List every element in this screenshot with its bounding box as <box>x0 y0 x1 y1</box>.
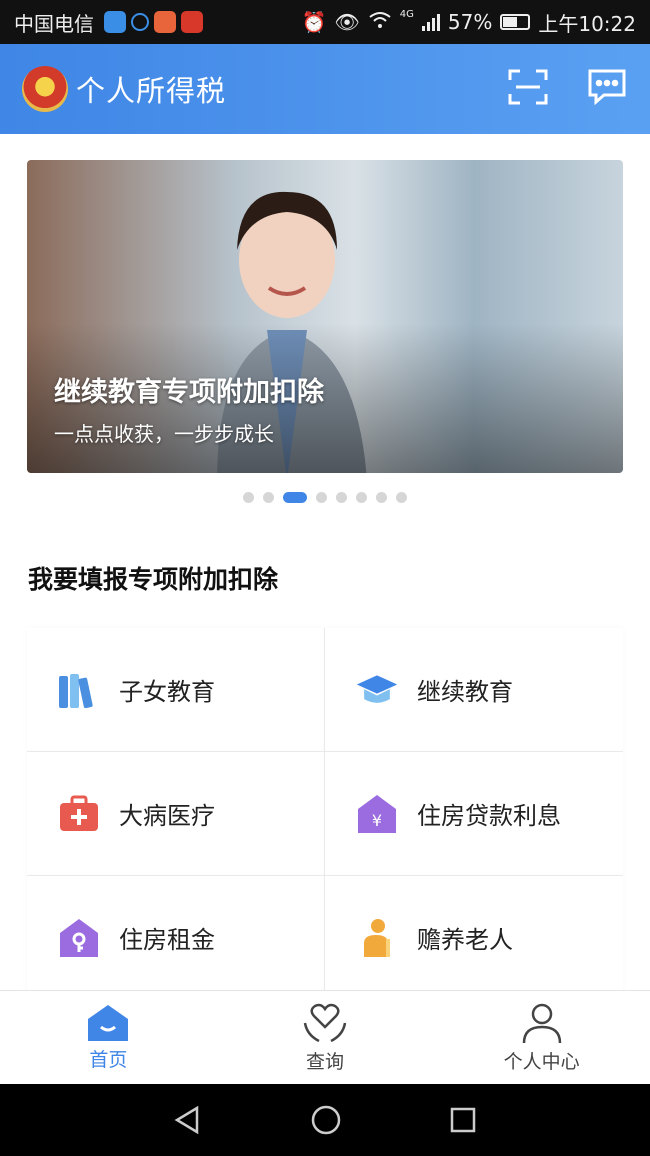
graduation-cap-icon <box>355 668 399 712</box>
carousel-dot[interactable] <box>243 492 254 503</box>
alarm-icon: ⏰ <box>301 10 327 34</box>
tab-query[interactable]: 查询 <box>217 991 434 1084</box>
banner-title: 继续教育专项附加扣除 <box>54 377 324 408</box>
medical-kit-icon <box>57 792 101 836</box>
section-title: 我要填报专项附加扣除 <box>28 565 279 594</box>
tab-label: 查询 <box>306 1051 345 1073</box>
carousel-indicator[interactable] <box>0 492 650 503</box>
carousel-dot[interactable] <box>263 492 274 503</box>
network-type: 4G <box>399 8 414 20</box>
battery-icon <box>500 14 531 30</box>
deduction-elderly-support[interactable]: 赡养老人 <box>325 876 623 1000</box>
house-key-icon <box>57 916 101 960</box>
deduction-housing-rent[interactable]: 住房租金 <box>27 876 325 1000</box>
carousel-dot-active[interactable] <box>283 492 307 503</box>
battery-percent: 57% <box>447 10 493 34</box>
app-header: 个人所得税 <box>0 44 650 134</box>
deduction-continuing-education[interactable]: 继续教育 <box>325 628 623 752</box>
tab-home[interactable]: 首页 <box>0 991 217 1084</box>
carousel-dot[interactable] <box>356 492 367 503</box>
home-nav-icon[interactable] <box>310 1104 342 1136</box>
home-icon <box>88 1005 129 1041</box>
tab-label: 首页 <box>89 1049 128 1071</box>
carousel-dot[interactable] <box>316 492 327 503</box>
app-notification-icon <box>181 11 203 33</box>
bottom-tab-bar: 首页 查询 个人中心 <box>0 990 650 1084</box>
app-notification-icon <box>154 11 176 33</box>
deduction-label: 住房贷款利息 <box>417 802 561 830</box>
deduction-label: 继续教育 <box>417 678 513 706</box>
deduction-mortgage-interest[interactable]: ¥ 住房贷款利息 <box>325 752 623 876</box>
carousel-dot[interactable] <box>336 492 347 503</box>
deduction-serious-illness[interactable]: 大病医疗 <box>27 752 325 876</box>
deduction-grid: 子女教育 继续教育 大病医疗 ¥ 住房贷款利息 住房租金 赡养老人 <box>27 628 623 1000</box>
emblem-icon <box>22 66 68 112</box>
notification-icons <box>104 11 203 33</box>
clock: 上午10:22 <box>538 11 636 36</box>
promo-banner[interactable]: 继续教育专项附加扣除 一点点收获，一步步成长 <box>27 160 623 473</box>
wifi-icon <box>368 10 392 34</box>
deduction-label: 大病医疗 <box>119 802 215 830</box>
tab-label: 个人中心 <box>503 1051 580 1073</box>
signal-icon <box>421 13 440 31</box>
message-icon[interactable] <box>586 68 628 110</box>
eye-icon: 👁 <box>334 10 360 34</box>
heart-hands-icon <box>303 1003 347 1043</box>
carrier-label: 中国电信 <box>14 11 94 36</box>
svg-text:¥: ¥ <box>372 811 382 830</box>
deduction-label: 住房租金 <box>119 926 215 954</box>
recents-icon[interactable] <box>449 1106 477 1134</box>
books-icon <box>57 668 101 712</box>
deduction-label: 子女教育 <box>119 678 215 706</box>
tab-personal-center[interactable]: 个人中心 <box>433 991 650 1084</box>
app-notification-icon <box>104 11 126 33</box>
deduction-label: 赡养老人 <box>417 926 513 954</box>
scan-icon[interactable] <box>508 68 548 110</box>
elder-icon <box>355 916 399 960</box>
carousel-dot[interactable] <box>376 492 387 503</box>
person-icon <box>522 1003 561 1044</box>
house-yuan-icon: ¥ <box>355 792 399 836</box>
carousel-dot[interactable] <box>396 492 407 503</box>
banner-subtitle: 一点点收获，一步步成长 <box>54 422 274 446</box>
back-icon[interactable] <box>173 1105 203 1135</box>
status-bar: 中国电信 ⏰ 👁 4G 57% 上午10:22 <box>0 0 650 44</box>
system-nav-bar <box>0 1084 650 1156</box>
deduction-child-education[interactable]: 子女教育 <box>27 628 325 752</box>
app-title: 个人所得税 <box>76 74 227 108</box>
lock-notification-icon <box>131 13 149 31</box>
